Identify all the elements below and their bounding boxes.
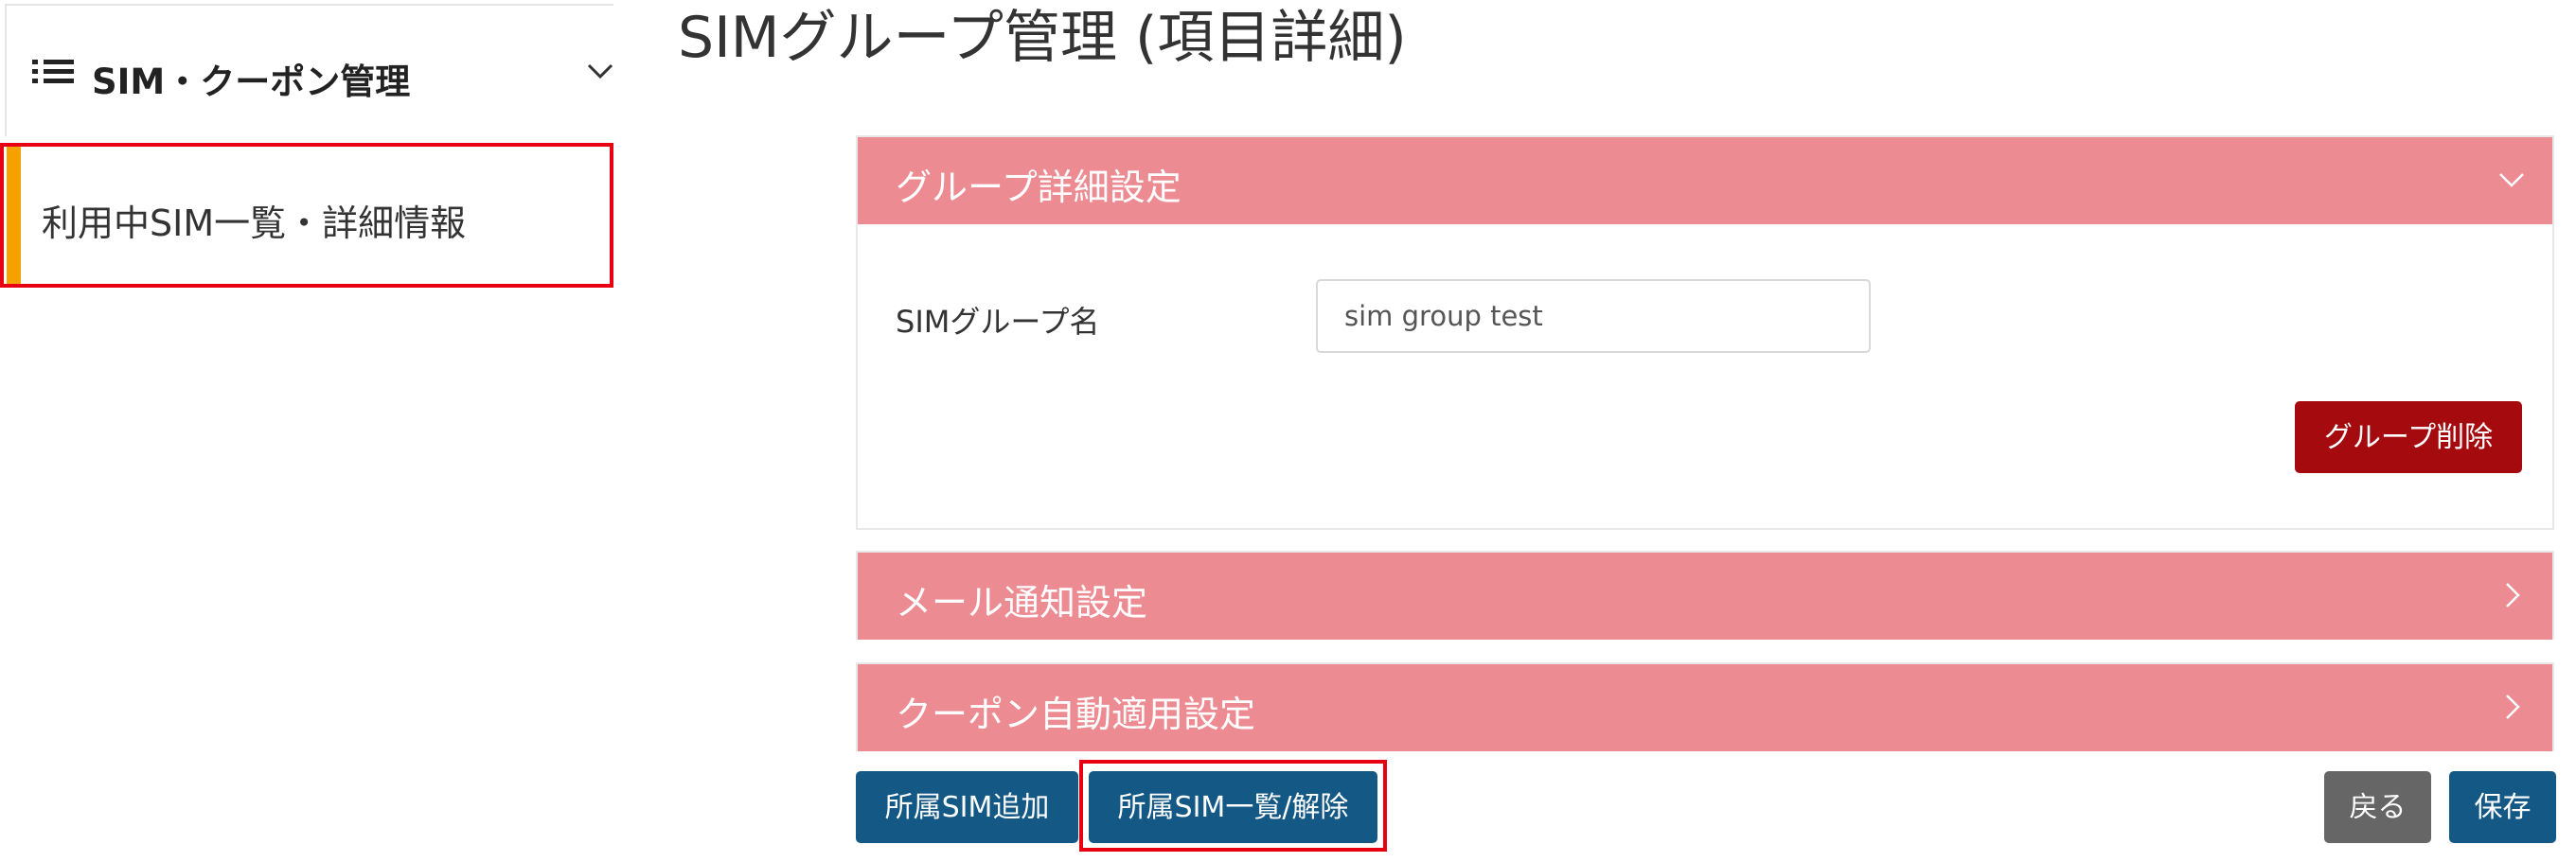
coupon-auto-apply-panel-header[interactable]: クーポン自動適用設定 [858, 664, 2552, 751]
coupon-auto-apply-panel: クーポン自動適用設定 [856, 662, 2554, 751]
panel-title: クーポン自動適用設定 [896, 694, 1256, 735]
chevron-down-icon [587, 63, 613, 79]
sidebar-item-label: 利用中SIM一覧・詳細情報 [42, 202, 467, 244]
delete-group-button[interactable]: グループ削除 [2295, 401, 2522, 473]
page-title: SIMグループ管理 (項目詳細) [678, 5, 1407, 71]
sidebar-section-header[interactable]: SIM・クーポン管理 [5, 4, 613, 136]
mail-notification-panel: メール通知設定 [856, 551, 2554, 640]
panel-title: メール通知設定 [896, 582, 1148, 624]
panel-title: グループ詳細設定 [896, 167, 1181, 208]
sim-group-name-label: SIMグループ名 [896, 304, 1100, 340]
list-remove-sim-button[interactable]: 所属SIM一覧/解除 [1089, 771, 1377, 843]
sidebar-section-title: SIM・クーポン管理 [92, 62, 411, 102]
sidebar-item-active-indicator [7, 147, 21, 284]
sidebar-item-sim-list[interactable]: 利用中SIM一覧・詳細情報 [0, 143, 613, 288]
mail-notification-panel-header[interactable]: メール通知設定 [858, 553, 2552, 640]
chevron-down-icon [2499, 173, 2524, 187]
save-button[interactable]: 保存 [2449, 771, 2556, 843]
chevron-right-icon [2506, 695, 2520, 719]
sim-group-name-input[interactable] [1316, 279, 1871, 353]
group-detail-panel-header[interactable]: グループ詳細設定 [858, 137, 2552, 224]
chevron-right-icon [2506, 583, 2520, 607]
add-sim-button[interactable]: 所属SIM追加 [856, 771, 1078, 843]
sidebar: SIM・クーポン管理 利用中SIM一覧・詳細情報 [0, 0, 613, 862]
list-icon [32, 60, 74, 84]
group-detail-panel: グループ詳細設定 SIMグループ名 グループ削除 [856, 135, 2554, 530]
back-button[interactable]: 戻る [2324, 771, 2431, 843]
